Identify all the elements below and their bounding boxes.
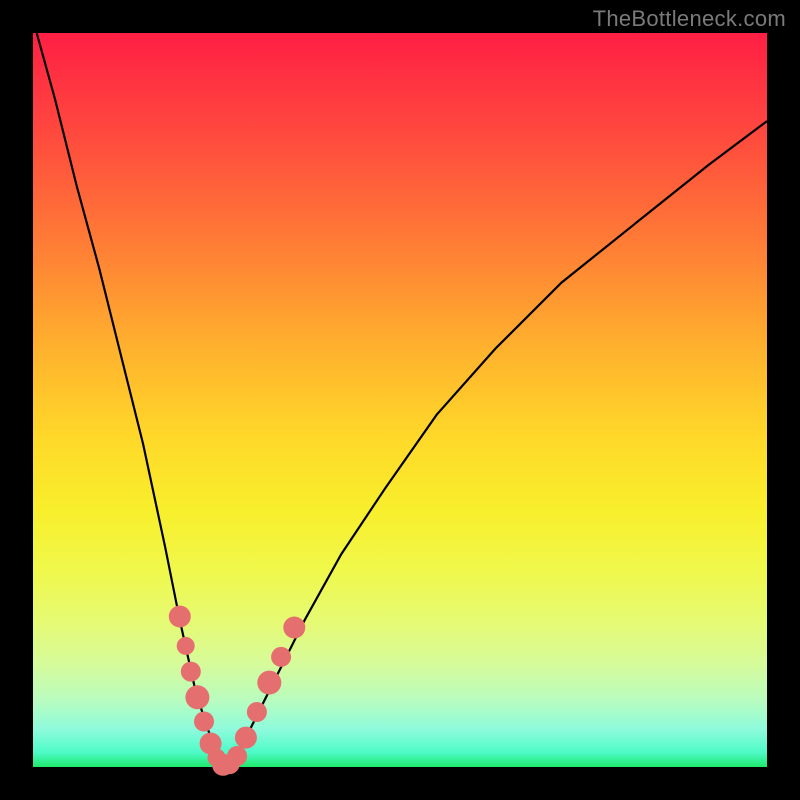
curve-marker <box>185 685 209 709</box>
curve-marker <box>235 727 257 749</box>
curve-marker <box>194 712 214 732</box>
curve-marker <box>283 617 305 639</box>
curve-markers <box>169 606 305 776</box>
chart-frame: TheBottleneck.com <box>0 0 800 800</box>
curve-marker <box>177 637 195 655</box>
watermark-text: TheBottleneck.com <box>593 6 786 32</box>
curve-marker <box>271 647 291 667</box>
bottleneck-curve <box>37 33 767 767</box>
plot-area <box>33 33 767 767</box>
curve-marker <box>181 662 201 682</box>
curve-marker <box>247 702 267 722</box>
curve-marker <box>169 606 191 628</box>
chart-svg <box>33 33 767 767</box>
curve-marker <box>227 746 247 766</box>
curve-marker <box>257 671 281 695</box>
